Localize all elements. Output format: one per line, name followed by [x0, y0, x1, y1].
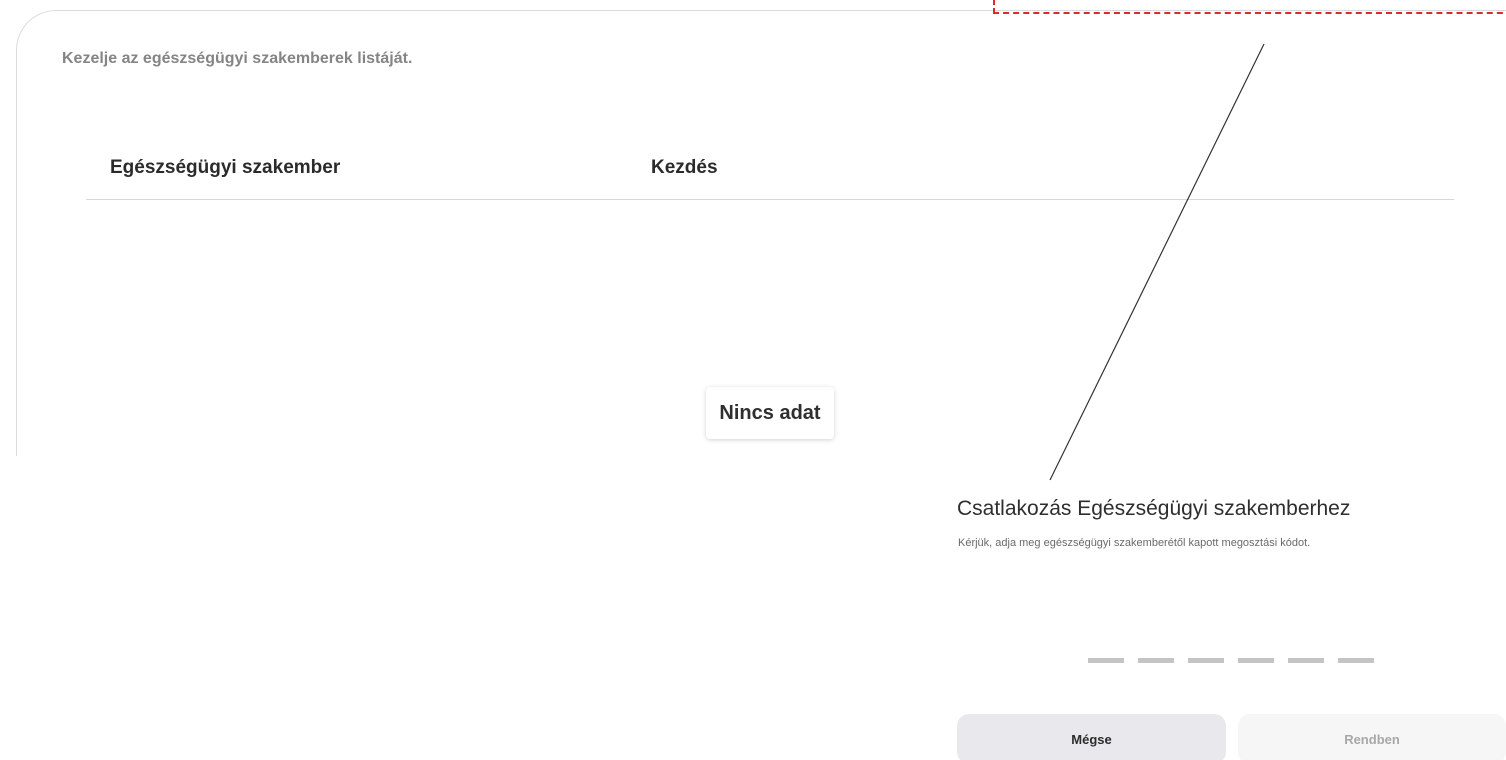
dialog-title: Csatlakozás Egészségügyi szakemberhez [957, 497, 1351, 520]
share-code-input[interactable] [1088, 658, 1374, 663]
cancel-button[interactable]: Mégse [957, 714, 1226, 760]
table-header-divider [86, 199, 1454, 200]
empty-state-text: Nincs adat [719, 401, 821, 424]
dialog-description: Kérjük, adja meg egészségügyi szakemberé… [958, 537, 1311, 549]
code-digit-2[interactable] [1138, 658, 1174, 663]
code-digit-3[interactable] [1188, 658, 1224, 663]
ok-button[interactable]: Rendben [1238, 714, 1506, 760]
annotation-highlight-box [993, 0, 1506, 14]
code-digit-6[interactable] [1338, 658, 1374, 663]
code-digit-5[interactable] [1288, 658, 1324, 663]
column-header-start[interactable]: Kezdés [651, 157, 718, 179]
page-subtitle: Kezelje az egészségügyi szakemberek list… [62, 50, 413, 67]
code-digit-1[interactable] [1088, 658, 1124, 663]
empty-state: Nincs adat [706, 387, 834, 439]
column-header-professional[interactable]: Egészségügyi szakember [110, 157, 340, 179]
code-digit-4[interactable] [1238, 658, 1274, 663]
